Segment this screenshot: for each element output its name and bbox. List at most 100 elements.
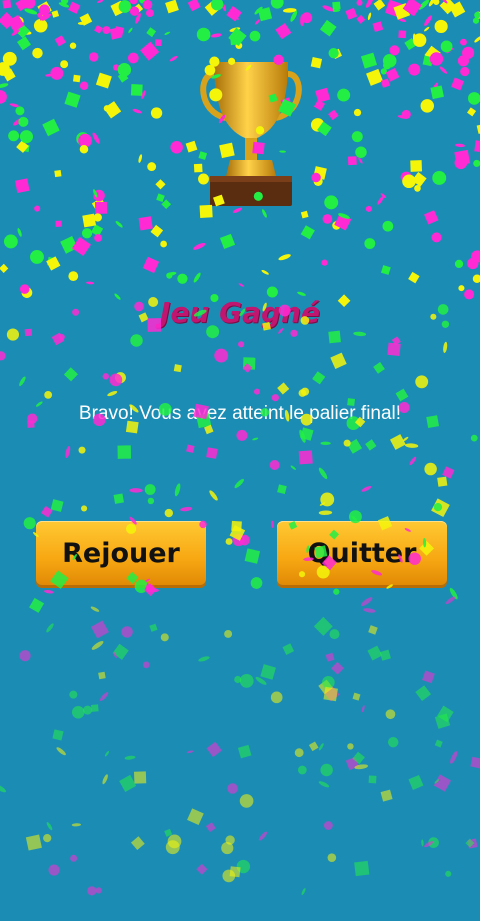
confetti-piece <box>474 36 480 43</box>
confetti-piece <box>360 52 378 69</box>
confetti-piece <box>385 68 400 82</box>
confetti-piece <box>50 499 64 512</box>
confetti-piece <box>130 84 143 96</box>
confetti-piece <box>160 633 169 642</box>
confetti-piece <box>434 739 443 748</box>
confetti-piece <box>467 257 479 270</box>
confetti-piece <box>353 108 362 117</box>
confetti-piece <box>467 107 477 117</box>
confetti-piece <box>118 0 132 13</box>
confetti-piece <box>412 33 417 44</box>
confetti-piece <box>63 367 78 382</box>
confetti-piece <box>115 220 123 228</box>
confetti-piece <box>41 13 52 21</box>
confetti-piece <box>34 205 41 212</box>
confetti-piece <box>210 33 222 38</box>
confetti-piece <box>351 131 363 143</box>
confetti-piece <box>94 24 103 34</box>
replay-button[interactable]: Rejouer <box>36 521 206 585</box>
confetti-piece <box>42 118 60 137</box>
confetti-piece <box>138 154 143 163</box>
confetti-piece <box>52 729 64 741</box>
confetti-piece <box>380 265 391 275</box>
confetti-piece <box>402 436 409 442</box>
confetti-piece <box>455 143 465 148</box>
confetti-piece <box>391 336 401 346</box>
confetti-piece <box>313 166 327 180</box>
confetti-piece <box>283 8 297 13</box>
confetti-piece <box>219 233 236 250</box>
confetti-piece <box>7 14 25 32</box>
confetti-piece <box>141 90 146 100</box>
confetti-piece <box>144 0 148 7</box>
confetti-piece <box>23 517 36 530</box>
confetti-piece <box>6 328 20 341</box>
confetti-piece <box>408 63 421 76</box>
confetti-piece <box>363 608 376 613</box>
confetti-piece <box>36 10 48 21</box>
confetti-piece <box>343 439 351 447</box>
confetti-piece <box>244 548 261 564</box>
confetti-piece <box>300 427 314 441</box>
confetti-piece <box>210 0 224 11</box>
confetti-piece <box>354 764 368 770</box>
confetti-piece <box>361 705 365 713</box>
confetti-piece <box>474 11 480 19</box>
confetti-piece <box>37 1 52 16</box>
confetti-piece <box>71 236 91 256</box>
confetti-piece <box>129 6 140 16</box>
confetti-piece <box>71 706 85 719</box>
quit-button[interactable]: Quitter <box>277 521 447 585</box>
confetti-piece <box>161 199 172 210</box>
confetti-piece <box>454 149 471 166</box>
confetti-piece <box>387 342 401 357</box>
confetti-piece <box>119 774 137 793</box>
confetti-piece <box>19 130 33 144</box>
confetti-piece <box>373 0 386 11</box>
confetti-piece <box>214 348 229 363</box>
confetti-piece <box>322 5 335 12</box>
confetti-piece <box>114 372 126 384</box>
confetti-piece <box>160 240 167 248</box>
confetti-piece <box>83 705 93 715</box>
confetti-piece <box>320 763 333 777</box>
confetti-piece <box>424 26 430 32</box>
confetti-piece <box>319 19 337 37</box>
confetti-piece <box>117 445 132 459</box>
confetti-piece <box>102 26 111 35</box>
confetti-piece <box>91 641 104 650</box>
confetti-piece <box>410 160 422 172</box>
confetti-piece <box>0 83 9 88</box>
confetti-piece <box>460 66 470 77</box>
confetti-piece <box>318 679 333 695</box>
confetti-piece <box>432 82 438 93</box>
confetti-piece <box>300 225 315 240</box>
confetti-piece <box>366 68 384 86</box>
confetti-piece <box>64 91 81 108</box>
confetti-piece <box>405 443 419 448</box>
confetti-piece <box>254 6 263 15</box>
confetti-piece <box>54 35 66 47</box>
confetti-piece <box>58 2 70 8</box>
confetti-piece <box>104 750 110 757</box>
confetti-piece <box>423 210 439 225</box>
confetti-piece <box>380 789 393 802</box>
confetti-piece <box>318 781 330 788</box>
confetti-piece <box>324 195 339 210</box>
confetti-piece <box>261 269 269 275</box>
confetti-piece <box>155 179 166 190</box>
confetti-piece <box>232 533 245 547</box>
confetti-piece <box>142 661 150 669</box>
confetti-piece <box>165 0 179 14</box>
confetti-piece <box>434 779 440 784</box>
confetti-piece <box>196 863 208 875</box>
confetti-piece <box>193 242 206 250</box>
congratulations-message: Bravo! Vous avez atteint le palier final… <box>78 403 402 424</box>
confetti-piece <box>78 133 92 148</box>
confetti-piece <box>19 376 26 387</box>
confetti-piece <box>205 822 216 833</box>
confetti-piece <box>144 583 157 597</box>
confetti-piece <box>0 784 7 793</box>
confetti-piece <box>236 859 251 874</box>
confetti-piece <box>317 121 332 137</box>
